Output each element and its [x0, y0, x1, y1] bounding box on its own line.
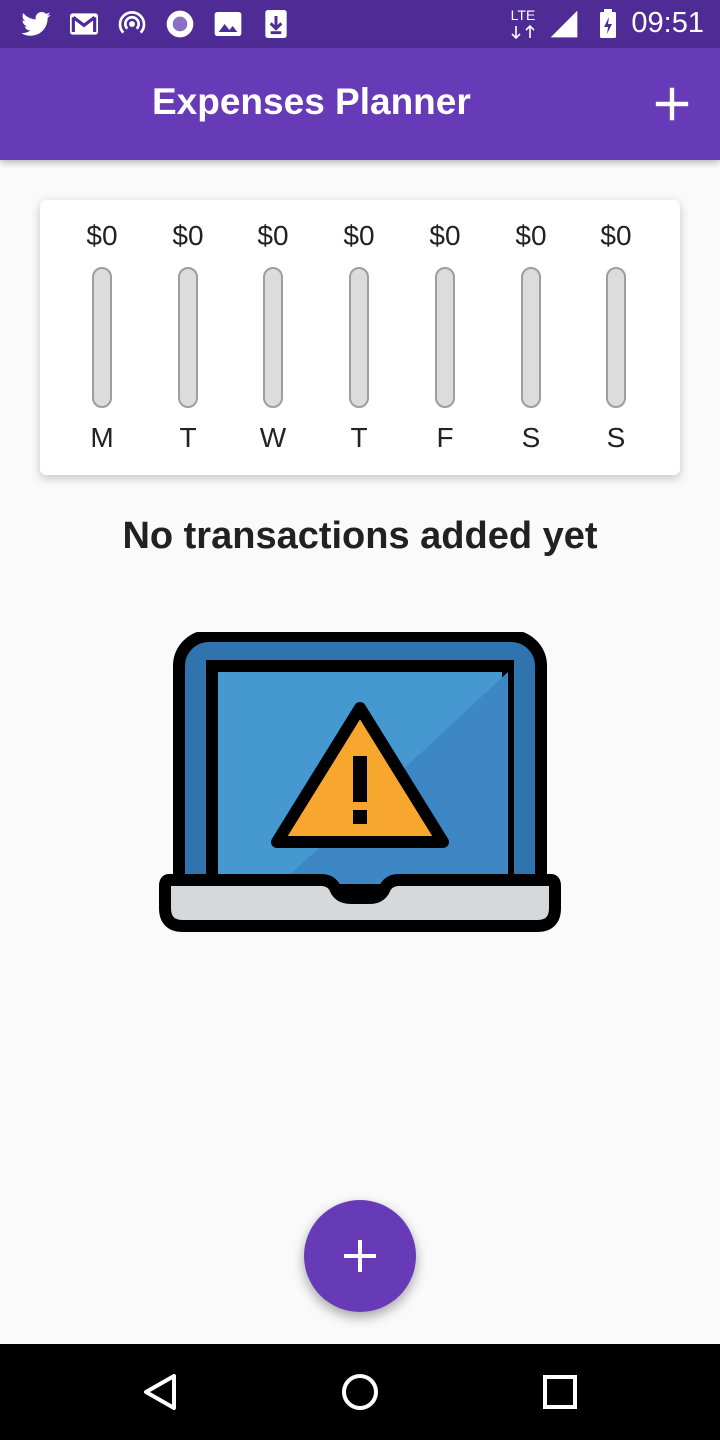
system-nav-bar: [0, 1344, 720, 1440]
day-amount: $0: [515, 220, 547, 251]
day-spending-bar: [521, 267, 541, 408]
day-amount: $0: [257, 220, 289, 251]
day-spending-bar: [92, 267, 112, 408]
day-label: T: [350, 422, 368, 453]
lte-label: LTE: [510, 7, 536, 23]
app-title: Expenses Planner: [152, 81, 471, 122]
day-spending-bar: [178, 267, 198, 408]
gmail-icon: [70, 13, 98, 35]
chart-day-column: $0 F: [410, 200, 480, 475]
home-icon[interactable]: [336, 1368, 384, 1416]
day-spending-bar: [606, 267, 626, 408]
battery-charging-icon: [600, 9, 616, 38]
add-icon: [655, 87, 689, 121]
record-icon: [166, 10, 194, 38]
day-label: M: [90, 422, 114, 453]
chart-day-column: $0 W: [238, 200, 308, 475]
day-amount: $0: [86, 220, 118, 251]
recents-icon[interactable]: [536, 1368, 584, 1416]
day-label: S: [521, 422, 541, 453]
add-transaction-fab[interactable]: [304, 1200, 416, 1312]
download-icon: [265, 10, 287, 38]
chart-day-column: $0 T: [324, 200, 394, 475]
day-amount: $0: [172, 220, 204, 251]
chart-day-column: $0 S: [496, 200, 566, 475]
laptop-warning-icon: [159, 632, 561, 932]
add-icon: [344, 1240, 376, 1272]
signal-icon: [550, 10, 578, 38]
day-label: F: [436, 422, 454, 453]
day-amount: $0: [429, 220, 461, 251]
day-amount: $0: [343, 220, 375, 251]
chart-day-column: $0 S: [581, 200, 651, 475]
day-label: T: [179, 422, 197, 453]
day-amount: $0: [600, 220, 632, 251]
chart-day-column: $0 M: [67, 200, 137, 475]
day-spending-bar: [435, 267, 455, 408]
weekly-chart-card: $0 M $0 T $0 W $0 T $0 F $0 S $0 S: [40, 200, 680, 475]
lte-icon: LTE: [506, 7, 540, 41]
hotspot-icon: [118, 11, 146, 34]
day-label: S: [606, 422, 626, 453]
image-icon: [214, 12, 242, 36]
status-bar: LTE 09:51: [0, 0, 720, 48]
status-time: 09:51: [631, 7, 704, 39]
chart-day-column: $0 T: [153, 200, 223, 475]
day-spending-bar: [263, 267, 283, 408]
empty-state-message: No transactions added yet: [122, 515, 598, 557]
app-bar: Expenses Planner: [0, 48, 720, 160]
day-spending-bar: [349, 267, 369, 408]
add-transaction-button[interactable]: [648, 80, 696, 128]
back-icon[interactable]: [136, 1368, 184, 1416]
twitter-icon: [21, 12, 51, 36]
day-label: W: [259, 422, 287, 453]
